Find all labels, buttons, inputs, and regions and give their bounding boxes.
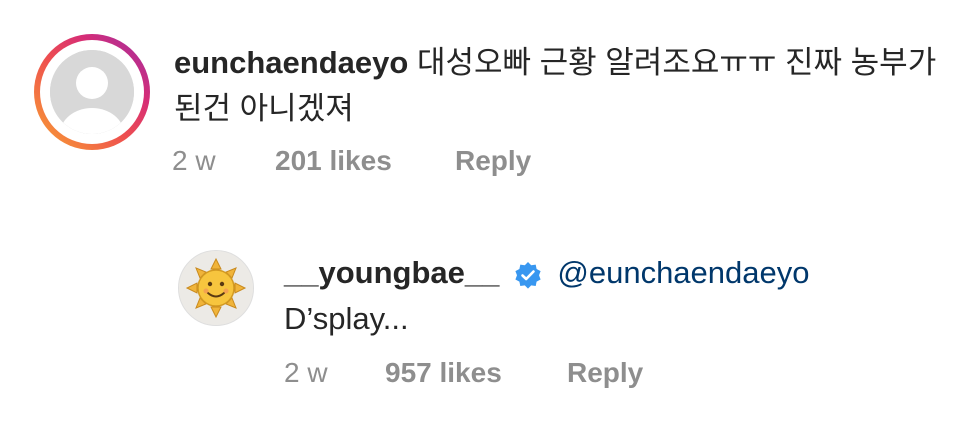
reply-text: D’splay... — [284, 301, 409, 336]
reply-likes[interactable]: 957 likes — [385, 357, 567, 389]
verified-badge-icon — [513, 258, 543, 289]
reply-mention[interactable]: @eunchaendaeyo — [557, 250, 809, 296]
comment-time: 2 w — [172, 145, 216, 176]
reply-time: 2 w — [284, 357, 328, 388]
default-user-avatar-icon — [50, 50, 134, 134]
reply-meta: 2 w 957 likes Reply — [284, 357, 643, 389]
comment-reply-button[interactable]: Reply — [455, 145, 531, 177]
sun-avatar-icon[interactable] — [178, 250, 254, 326]
reply-header: __youngbae__ @eunchaendaeyo — [284, 250, 810, 296]
story-ring-avatar[interactable] — [34, 34, 150, 150]
avatar-ring-inner — [40, 40, 144, 144]
comment-meta: 2 w 201 likes Reply — [172, 145, 531, 177]
comment-likes[interactable]: 201 likes — [275, 145, 455, 177]
comment-thread: eunchaendaeyo 대성오빠 근황 알려조요ㅠㅠ 진짜 농부가 된건 아… — [0, 0, 959, 436]
reply-reply-button[interactable]: Reply — [567, 357, 643, 389]
reply-username[interactable]: __youngbae__ — [284, 250, 499, 296]
comment-body: eunchaendaeyo 대성오빠 근황 알려조요ㅠㅠ 진짜 농부가 된건 아… — [174, 40, 944, 132]
comment-username[interactable]: eunchaendaeyo — [174, 45, 408, 80]
